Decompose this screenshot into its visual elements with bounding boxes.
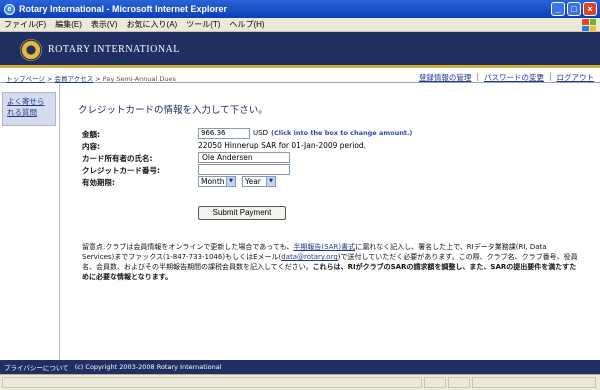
account-links: 登録情報の管理 | パスワードの変更 | ログアウト bbox=[419, 72, 594, 83]
main-content: クレジットカードの情報を入力して下さい。 金額: 966.36 USD (Cli… bbox=[62, 84, 598, 360]
link-separator: | bbox=[548, 72, 552, 81]
site-footer: プライバシーについて (c) Copyright 2003-2008 Rotar… bbox=[0, 360, 600, 374]
notice-prefix: 留意点: bbox=[82, 243, 106, 251]
breadcrumb-current: Pay Semi-Annual Dues bbox=[102, 75, 176, 83]
chevron-down-icon[interactable]: ▼ bbox=[266, 177, 275, 186]
breadcrumb-member-access-link[interactable]: 会員アクセス bbox=[54, 75, 93, 83]
content-label: 内容: bbox=[82, 142, 100, 151]
menu-tools[interactable]: ツール(T) bbox=[186, 19, 220, 30]
menu-file[interactable]: ファイル(F) bbox=[4, 19, 46, 30]
site-header: ROTARY INTERNATIONAL bbox=[0, 32, 600, 68]
status-segment bbox=[448, 377, 470, 388]
left-sidebar: よく寄せられる質問 bbox=[0, 84, 60, 360]
notice-part-1: クラブは会員情報をオンラインで更新した場合であっても、 bbox=[105, 243, 294, 251]
windows-logo-icon bbox=[582, 19, 596, 31]
month-value: Month bbox=[201, 177, 225, 186]
expiry-label: 有効期限: bbox=[82, 178, 115, 187]
status-segment bbox=[424, 377, 446, 388]
minimize-button[interactable]: _ bbox=[551, 2, 565, 16]
sar-form-link[interactable]: 半期報告(SAR)書式 bbox=[293, 243, 355, 251]
card-number-label: クレジットカード番号: bbox=[82, 166, 160, 175]
breadcrumb-home-link[interactable]: トップページ bbox=[6, 75, 45, 83]
card-number-row: クレジットカード番号: bbox=[82, 164, 582, 176]
link-separator: | bbox=[476, 72, 479, 81]
copyright-text: (c) Copyright 2003-2008 Rotary Internati… bbox=[74, 363, 222, 371]
menu-edit[interactable]: 編集(E) bbox=[55, 19, 82, 30]
status-text-area bbox=[2, 377, 422, 388]
content-value: 22050 Hinnerup SAR for 01-Jan-2009 perio… bbox=[198, 141, 367, 150]
expiry-row: 有効期限: Month ▼ Year ▼ bbox=[82, 176, 582, 188]
manage-registration-link[interactable]: 登録情報の管理 bbox=[419, 72, 472, 83]
breadcrumb: トップページ > 会員アクセス > Pay Semi-Annual Dues bbox=[6, 73, 176, 83]
faq-link[interactable]: よく寄せられる質問 bbox=[2, 92, 56, 126]
window-title: Rotary International - Microsoft Interne… bbox=[19, 4, 228, 14]
payment-form: 金額: 966.36 USD (Click into the box to ch… bbox=[82, 128, 582, 188]
breadcrumb-separator: > bbox=[93, 75, 103, 83]
amount-input[interactable]: 966.36 bbox=[198, 128, 250, 139]
cardholder-row: カード所有者の氏名: Ole Andersen bbox=[82, 152, 582, 164]
cardholder-label: カード所有者の氏名: bbox=[82, 154, 153, 163]
logout-link[interactable]: ログアウト bbox=[557, 72, 595, 83]
site-title[interactable]: ROTARY INTERNATIONAL bbox=[48, 44, 180, 55]
amount-label: 金額: bbox=[82, 130, 100, 139]
submit-payment-button[interactable]: Submit Payment bbox=[198, 206, 286, 220]
amount-row: 金額: 966.36 USD (Click into the box to ch… bbox=[82, 128, 582, 140]
content-row: 内容: 22050 Hinnerup SAR for 01-Jan-2009 p… bbox=[82, 140, 582, 152]
amount-hint: (Click into the box to change amount.) bbox=[271, 129, 413, 137]
menu-favorites[interactable]: お気に入り(A) bbox=[127, 19, 178, 30]
menu-bar: ファイル(F) 編集(E) 表示(V) お気に入り(A) ツール(T) ヘルプ(… bbox=[0, 18, 600, 32]
chevron-down-icon[interactable]: ▼ bbox=[226, 177, 235, 186]
browser-status-bar bbox=[0, 374, 600, 390]
navigation-row: トップページ > 会員アクセス > Pay Semi-Annual Dues 登… bbox=[0, 71, 600, 83]
card-number-input[interactable] bbox=[198, 164, 290, 175]
email-link[interactable]: data@rotary.org bbox=[281, 253, 338, 261]
year-value: Year bbox=[245, 177, 261, 186]
window-controls: _ □ × bbox=[551, 2, 597, 16]
privacy-link[interactable]: プライバシーについて bbox=[4, 362, 69, 372]
expiry-month-select[interactable]: Month ▼ bbox=[198, 176, 236, 187]
change-password-link[interactable]: パスワードの変更 bbox=[484, 72, 544, 83]
menu-help[interactable]: ヘルプ(H) bbox=[229, 19, 264, 30]
currency-label: USD bbox=[253, 129, 268, 137]
window-title-bar: e Rotary International - Microsoft Inter… bbox=[0, 0, 600, 18]
page-title: クレジットカードの情報を入力して下さい。 bbox=[78, 105, 268, 116]
cardholder-name-input[interactable]: Ole Andersen bbox=[198, 152, 290, 163]
maximize-button[interactable]: □ bbox=[567, 2, 581, 16]
menu-view[interactable]: 表示(V) bbox=[91, 19, 118, 30]
notice-text: 留意点:クラブは会員情報をオンラインで更新した場合であっても、半期報告(SAR)… bbox=[82, 242, 580, 282]
security-zone-indicator bbox=[472, 377, 596, 388]
rotary-wheel-logo-icon[interactable] bbox=[20, 39, 42, 61]
close-button[interactable]: × bbox=[583, 2, 597, 16]
expiry-year-select[interactable]: Year ▼ bbox=[242, 176, 276, 187]
internet-explorer-icon: e bbox=[4, 3, 15, 15]
